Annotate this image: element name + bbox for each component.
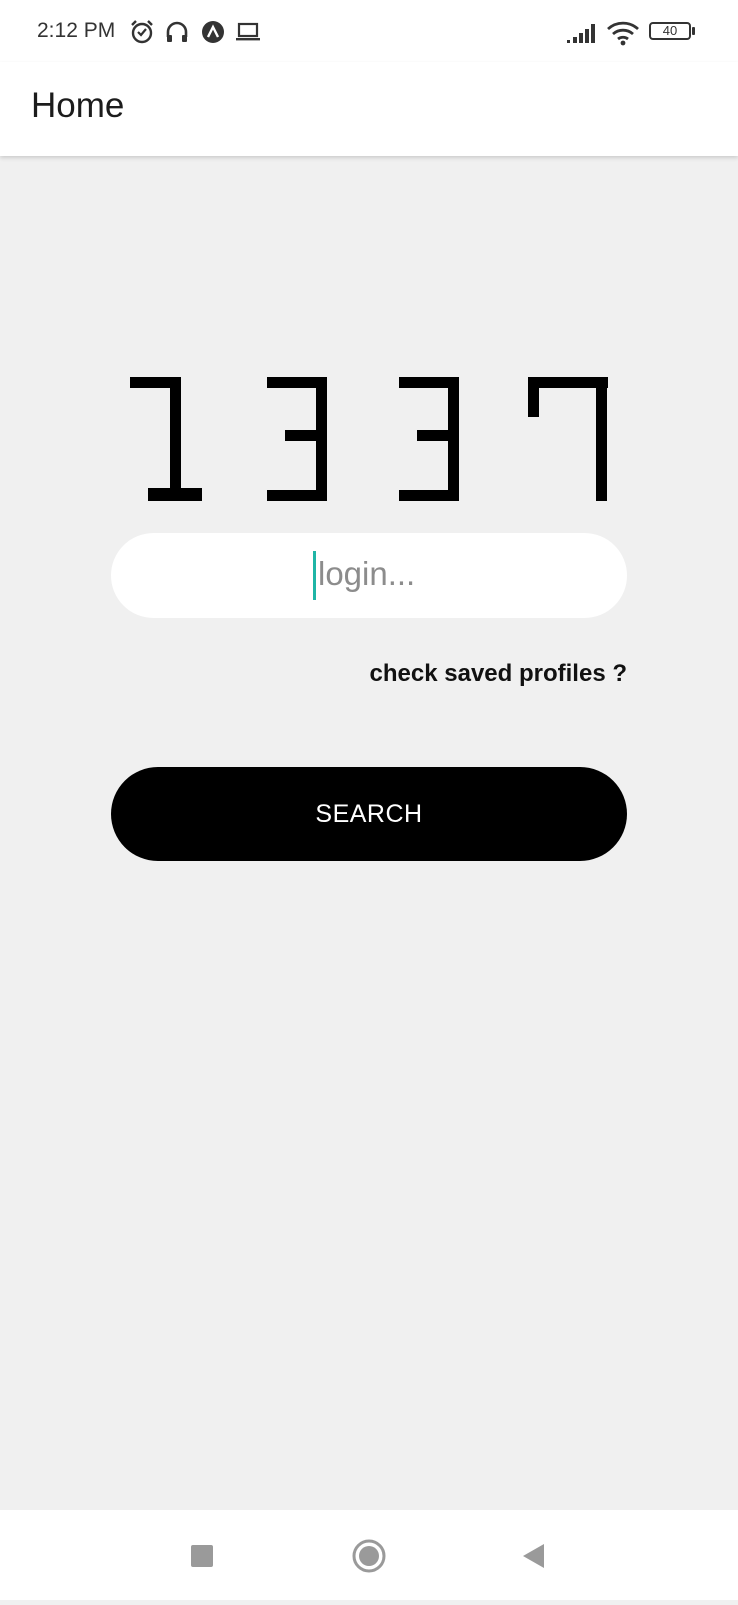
status-time: 2:12 PM	[37, 19, 116, 42]
search-button[interactable]: SEARCH	[111, 767, 627, 861]
app-notification-icon	[200, 19, 226, 50]
back-button[interactable]	[489, 1510, 579, 1600]
battery-icon: 40	[649, 22, 691, 40]
alarm-icon	[129, 19, 155, 50]
home-circle-icon	[352, 1539, 386, 1573]
signal-icon	[566, 22, 600, 49]
back-triangle-icon	[523, 1544, 544, 1568]
page-title: Home	[31, 86, 125, 125]
app-bar: Home	[0, 62, 738, 156]
recents-button[interactable]	[157, 1510, 247, 1600]
login-placeholder: login...	[318, 555, 416, 592]
wifi-icon	[606, 20, 640, 51]
battery-tip	[692, 27, 695, 35]
status-bar: 2:12 PM 40	[0, 0, 738, 62]
text-cursor	[313, 551, 316, 600]
navigation-bar	[0, 1510, 738, 1600]
laptop-icon	[234, 19, 262, 50]
home-button[interactable]	[324, 1510, 414, 1600]
headphones-icon	[164, 19, 190, 50]
logo-1337	[127, 375, 612, 510]
recents-square-icon	[191, 1545, 213, 1567]
check-saved-profiles-link[interactable]: check saved profiles ?	[370, 660, 627, 688]
